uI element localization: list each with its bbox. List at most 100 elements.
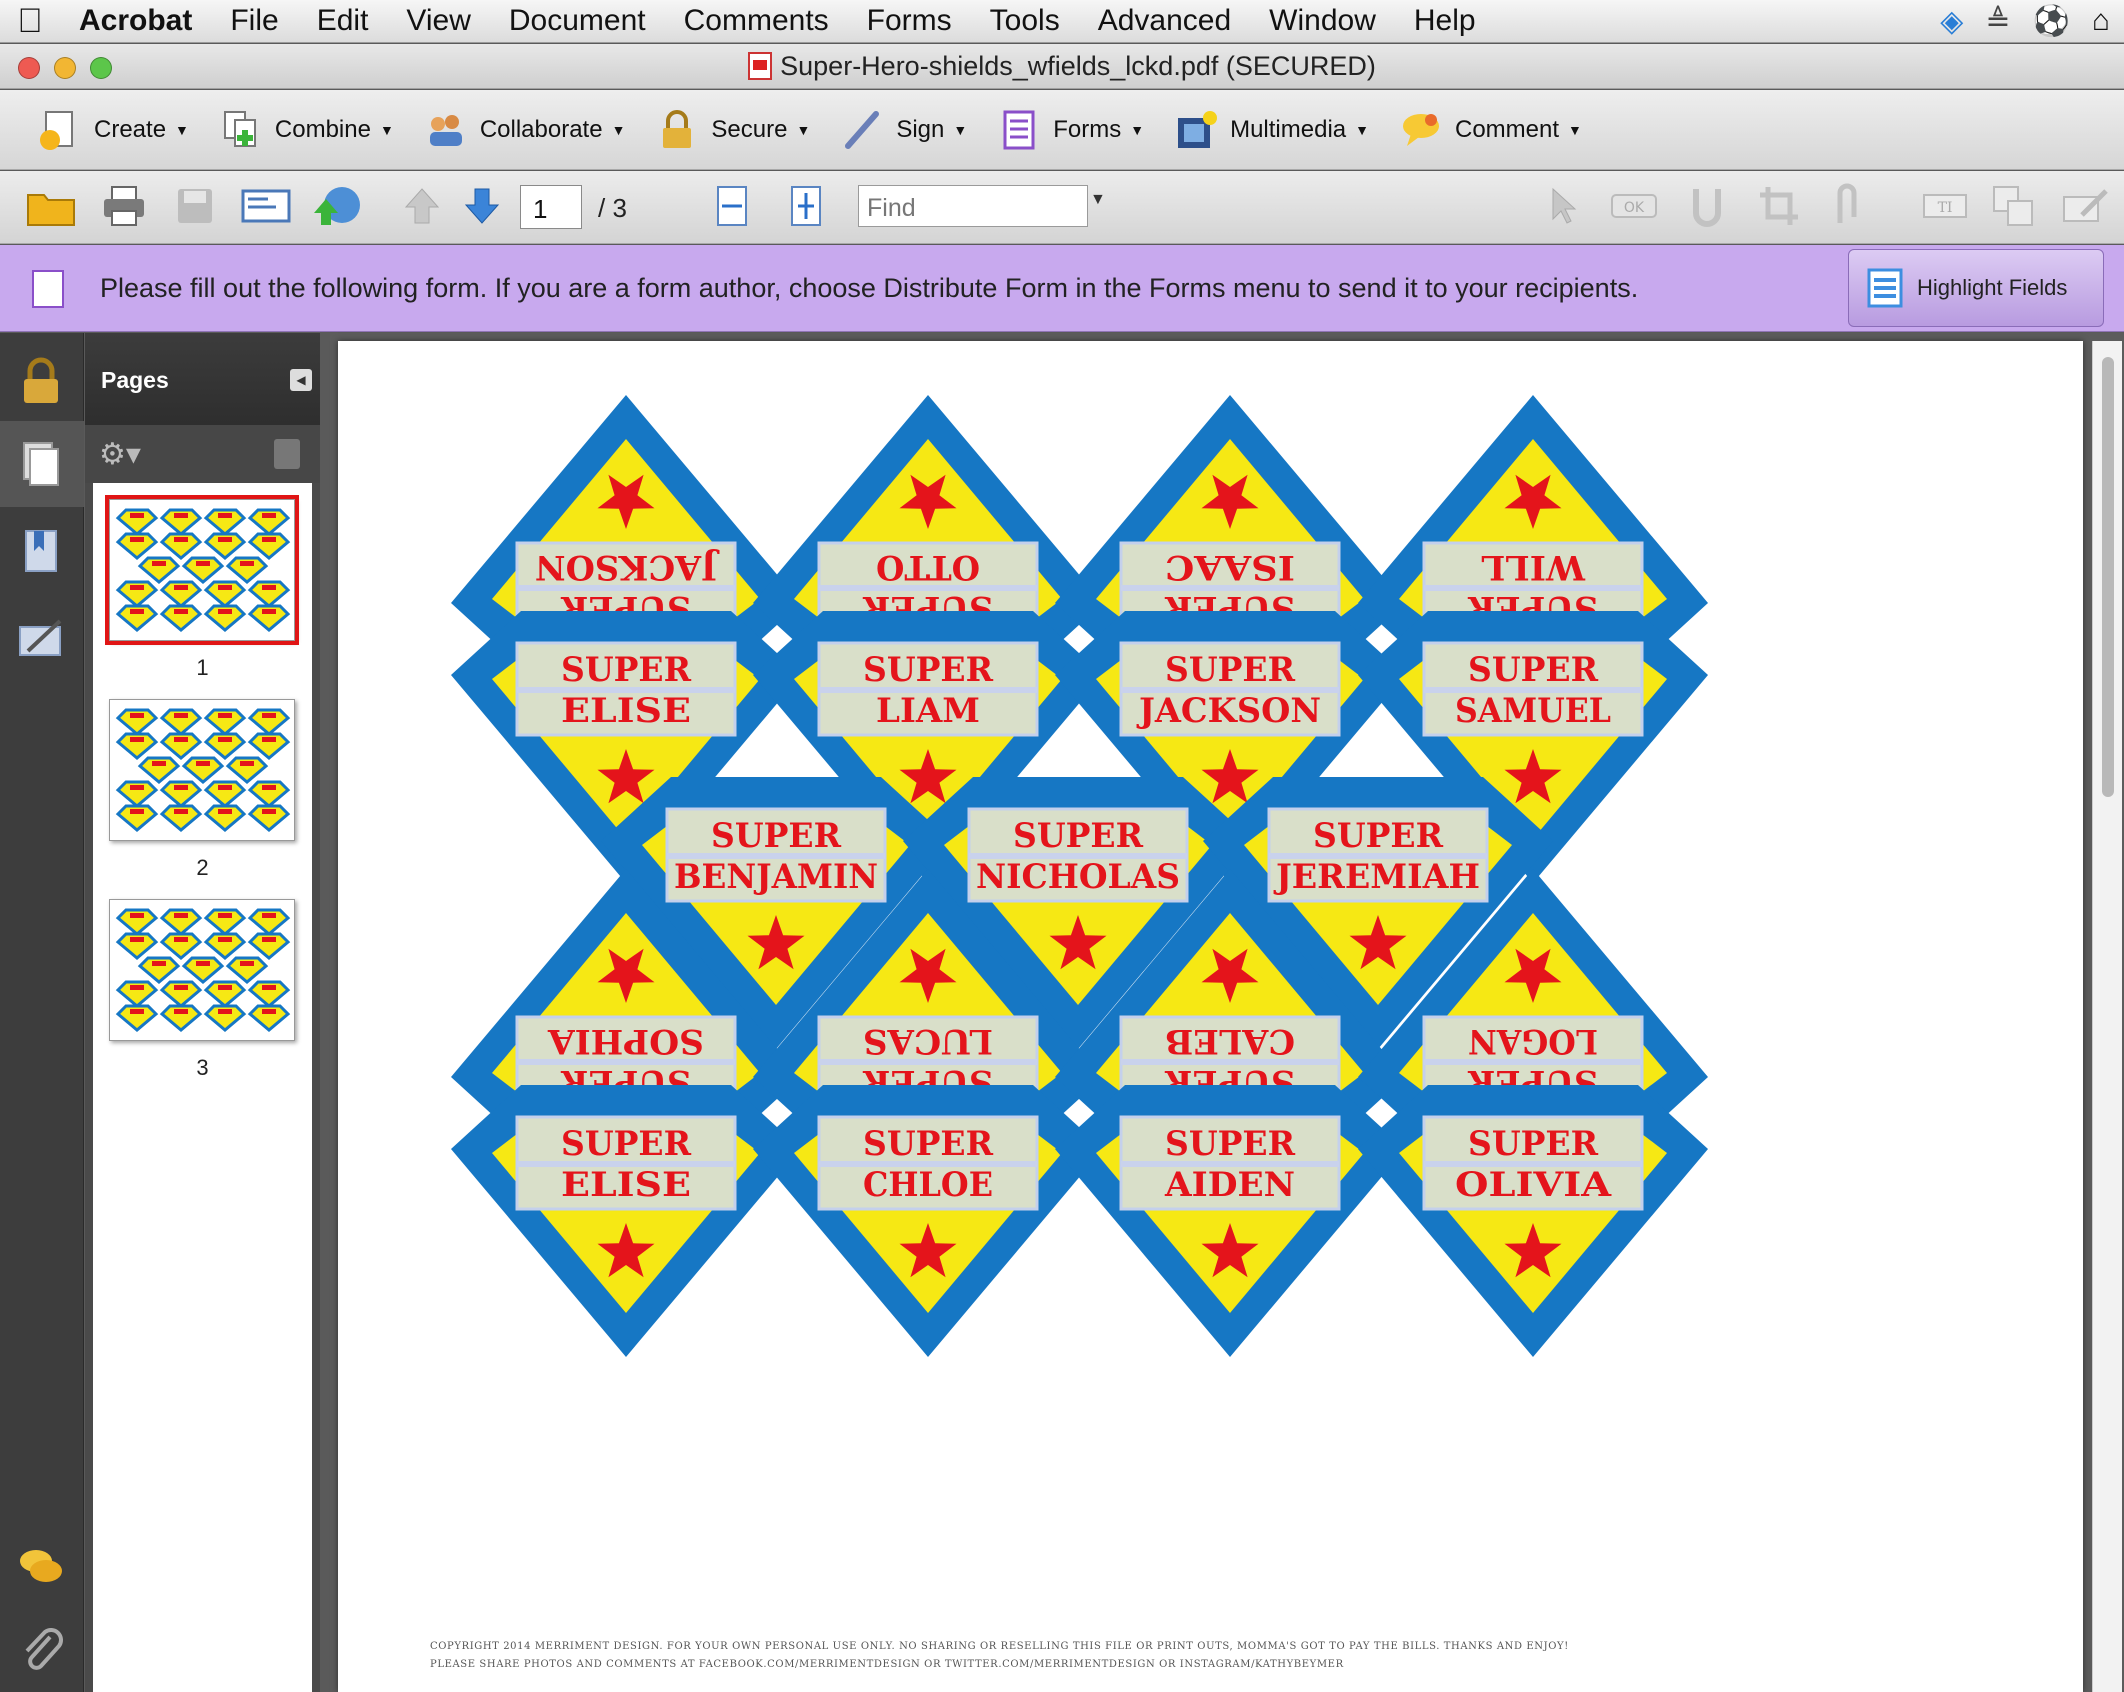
create-button[interactable]: Create ▼ xyxy=(38,108,189,152)
sign-button[interactable]: Sign ▼ xyxy=(840,108,967,152)
mini-label xyxy=(130,1009,144,1014)
fit-page-icon[interactable] xyxy=(786,183,826,229)
print-icon[interactable] xyxy=(100,183,148,229)
menu-window[interactable]: Window xyxy=(1250,4,1395,38)
menu-edit[interactable]: Edit xyxy=(298,4,388,38)
mini-label xyxy=(218,809,232,814)
mini-label xyxy=(130,513,144,518)
zoom-window-button[interactable] xyxy=(90,57,112,79)
previous-page-icon[interactable] xyxy=(400,183,444,229)
shield-text-super: SUPER xyxy=(561,650,692,690)
shield-text-name: JACKSON xyxy=(1136,691,1321,731)
page-total: / 3 xyxy=(598,193,627,223)
shield-text-name: ELISE xyxy=(561,691,691,731)
form-message-bar: Please fill out the following form. If y… xyxy=(0,245,2124,332)
link-tool-icon[interactable] xyxy=(1686,183,1728,229)
page-label-3: 3 xyxy=(196,1055,209,1080)
close-window-button[interactable] xyxy=(18,57,40,79)
pages-icon xyxy=(23,442,59,486)
security-lock-icon[interactable] xyxy=(14,355,68,409)
mini-label xyxy=(240,561,254,566)
shield-text-name: JACKSON xyxy=(535,547,720,587)
form-icon xyxy=(32,270,64,308)
speech-bubble-icon xyxy=(1403,113,1439,146)
shield-text-name: LUCAS xyxy=(863,1021,993,1061)
dropdown-arrow-icon: ▼ xyxy=(379,121,394,138)
dropdown-arrow-icon: ▼ xyxy=(1568,121,1582,138)
menu-view[interactable]: View xyxy=(387,4,489,38)
multimedia-button[interactable]: Multimedia ▼ xyxy=(1174,108,1369,152)
highlight-fields-label: Highlight Fields xyxy=(1917,275,2068,300)
secure-button[interactable]: Secure ▼ xyxy=(655,108,810,152)
thumbnail-preview xyxy=(115,508,291,632)
collapse-panel-icon[interactable]: ◀ xyxy=(290,369,312,391)
menu-forms[interactable]: Forms xyxy=(848,4,971,38)
signatures-icon[interactable] xyxy=(14,611,68,665)
next-page-icon[interactable] xyxy=(460,183,504,229)
menu-tools[interactable]: Tools xyxy=(971,4,1079,38)
save-icon[interactable] xyxy=(174,183,216,229)
home-icon[interactable]: ⌂ xyxy=(2092,4,2110,39)
attach-tool-icon[interactable] xyxy=(1826,183,1868,229)
minimize-window-button[interactable] xyxy=(54,57,76,79)
highlight-fields-button[interactable]: Highlight Fields xyxy=(1848,249,2104,327)
svg-text:OK: OK xyxy=(1624,200,1645,216)
page-thumbnail-3[interactable] xyxy=(109,899,295,1041)
shield-text-super: SUPER xyxy=(863,1124,994,1164)
attachments-paperclip-icon[interactable] xyxy=(14,1623,68,1677)
touchup-text-icon[interactable] xyxy=(1990,183,2036,229)
menu-advanced[interactable]: Advanced xyxy=(1079,4,1250,38)
mini-label xyxy=(130,785,144,790)
button-tool-icon[interactable]: OK xyxy=(1608,183,1660,229)
gear-options-icon[interactable]: ⚙▾ xyxy=(99,437,141,472)
select-arrow-icon[interactable] xyxy=(1545,183,1581,229)
dropbox-icon[interactable]: ◈ xyxy=(1940,4,1963,39)
shield-text-super: SUPER xyxy=(711,816,842,856)
menu-help[interactable]: Help xyxy=(1395,4,1495,38)
pages-tab[interactable] xyxy=(0,421,84,507)
scrollbar-thumb[interactable] xyxy=(2102,357,2114,797)
dropdown-arrow-icon: ▼ xyxy=(796,121,811,138)
menu-app[interactable]: Acrobat xyxy=(60,4,211,38)
mini-label xyxy=(174,809,188,814)
comment-button[interactable]: Comment ▼ xyxy=(1399,108,1582,152)
menu-document[interactable]: Document xyxy=(490,4,665,38)
copyright-footer-line-1: COPYRIGHT 2014 MERRIMENT DESIGN. FOR YOU… xyxy=(430,1641,1569,1652)
mini-label xyxy=(174,609,188,614)
superhero-shield: SUPEROLIVIA xyxy=(1358,1085,1708,1357)
page-number-input[interactable]: 1 xyxy=(520,185,582,229)
shield-text-name: CHLOE xyxy=(863,1165,993,1205)
sign-label: Sign xyxy=(896,115,945,143)
find-options-chevron-icon[interactable]: ▼ xyxy=(1090,191,1106,209)
crop-icon[interactable] xyxy=(1756,183,1802,229)
email-icon[interactable] xyxy=(240,183,292,229)
thumbnail-preview xyxy=(115,708,291,832)
forms-button[interactable]: Forms ▼ xyxy=(997,108,1144,152)
mini-label xyxy=(174,785,188,790)
fit-width-icon[interactable] xyxy=(712,183,752,229)
trash-icon[interactable] xyxy=(274,439,300,469)
comments-list-icon[interactable] xyxy=(14,1541,68,1595)
mini-label xyxy=(218,1009,232,1014)
mini-label xyxy=(174,985,188,990)
collaborate-button[interactable]: Collaborate ▼ xyxy=(424,108,625,152)
mini-label xyxy=(218,985,232,990)
apple-menu-icon[interactable]:  xyxy=(0,2,60,41)
ball-icon[interactable]: ⚽ xyxy=(2033,4,2070,39)
menu-file[interactable]: File xyxy=(211,4,297,38)
mini-label xyxy=(130,609,144,614)
find-input[interactable]: Find xyxy=(858,185,1088,227)
text-field-tool-icon[interactable]: TI xyxy=(1920,183,1970,229)
bookmarks-icon[interactable] xyxy=(14,525,68,579)
combine-button[interactable]: Combine ▼ xyxy=(219,108,394,152)
web-globe-icon[interactable] xyxy=(312,183,364,229)
page-thumbnail-1[interactable] xyxy=(105,495,299,645)
menu-comments[interactable]: Comments xyxy=(665,4,848,38)
open-folder-icon[interactable] xyxy=(26,183,76,229)
vertical-scrollbar[interactable] xyxy=(2092,341,2122,1692)
wifi-icon[interactable]: ≜ xyxy=(1985,4,2010,39)
comment-label: Comment xyxy=(1455,115,1560,143)
page-thumbnail-2[interactable] xyxy=(109,699,295,841)
shield-text-super: SUPER xyxy=(1013,816,1144,856)
sign-tool-icon[interactable] xyxy=(2060,183,2110,229)
